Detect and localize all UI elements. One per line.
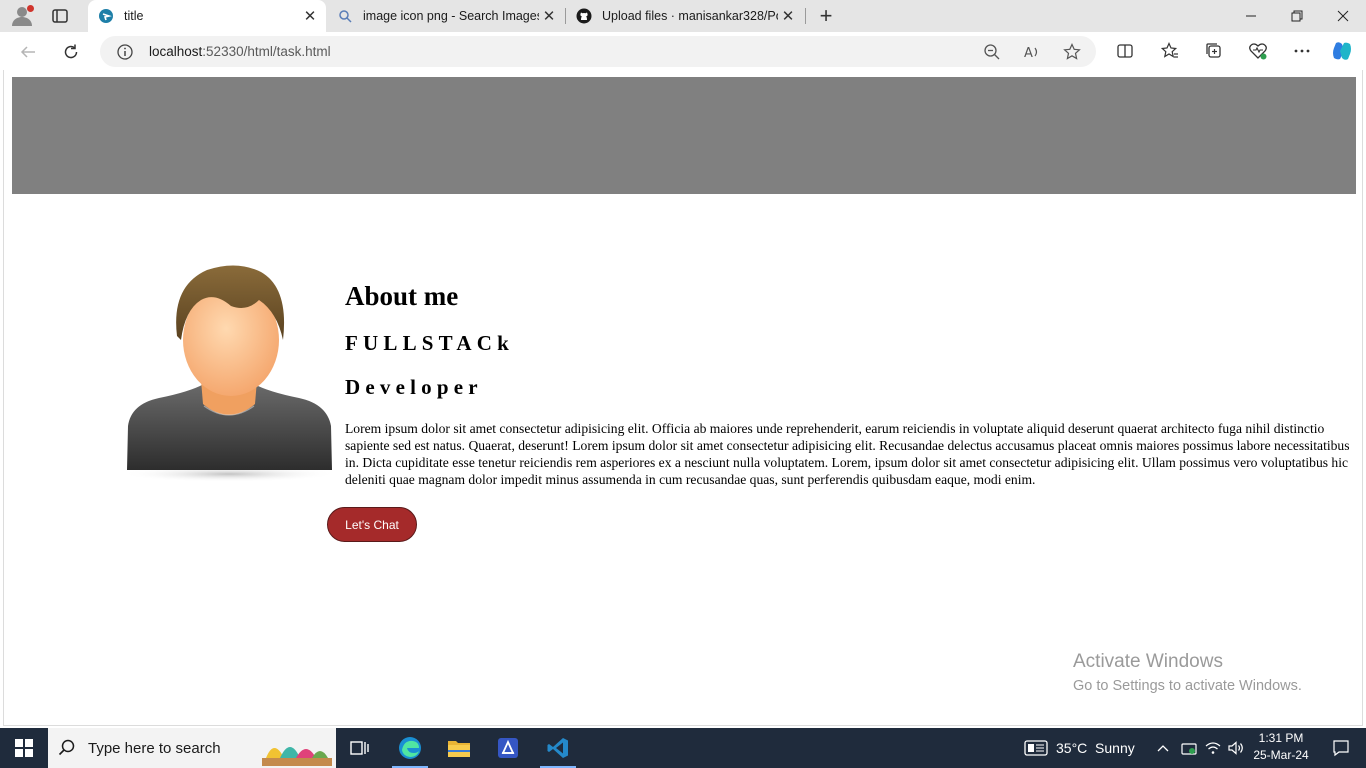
- favorites-icon[interactable]: [1158, 39, 1182, 63]
- activate-windows-watermark: Activate Windows Go to Settings to activ…: [1073, 651, 1302, 694]
- role-developer: Developer: [345, 375, 483, 399]
- close-tab-icon[interactable]: ✕: [539, 6, 559, 26]
- url-text: localhost:52330/html/task.html: [149, 44, 331, 59]
- clock-date: 25-Mar-24: [1253, 748, 1309, 762]
- tab-label: title: [124, 9, 144, 23]
- close-tab-icon[interactable]: ✕: [778, 6, 798, 26]
- taskbar-search-box[interactable]: Type here to search: [48, 728, 336, 768]
- refresh-icon[interactable]: [58, 39, 84, 65]
- minimize-icon[interactable]: [1228, 0, 1274, 32]
- app-icon[interactable]: [484, 728, 532, 768]
- more-options-icon[interactable]: [1290, 39, 1314, 63]
- tab-image-search[interactable]: image icon png - Search Images ✕: [327, 0, 565, 32]
- edge-taskbar-icon[interactable]: [386, 728, 434, 768]
- restore-icon[interactable]: [1274, 0, 1320, 32]
- bio-paragraph: Lorem ipsum dolor sit amet consectetur a…: [345, 421, 1350, 487]
- notifications-icon[interactable]: [1318, 728, 1364, 768]
- github-icon: [576, 8, 592, 24]
- split-screen-icon[interactable]: [1113, 39, 1137, 63]
- tab-label: Upload files · manisankar328/Por: [602, 9, 778, 23]
- task-view-icon[interactable]: [336, 728, 384, 768]
- new-tab-icon[interactable]: +: [814, 3, 838, 28]
- browser-essentials-icon[interactable]: [1246, 39, 1270, 63]
- weather-text: 35°C Sunny: [1056, 740, 1135, 756]
- about-heading: About me: [345, 281, 459, 311]
- file-explorer-icon[interactable]: [435, 728, 483, 768]
- collections-icon[interactable]: [1202, 39, 1226, 63]
- search-placeholder: Type here to search: [88, 739, 221, 757]
- address-bar[interactable]: localhost:52330/html/task.html A: [100, 36, 1096, 67]
- back-arrow-icon[interactable]: [15, 39, 41, 65]
- role-fullstack: FULLSTACk: [345, 331, 514, 355]
- tab-label: image icon png - Search Images: [363, 9, 539, 23]
- close-window-icon[interactable]: [1320, 0, 1366, 32]
- windows-taskbar: Type here to search 35°C Sunny 1:31 PM 2…: [0, 728, 1366, 768]
- favorite-star-icon[interactable]: [1062, 42, 1082, 62]
- weather-icon: [1024, 739, 1048, 757]
- page-viewport: About me FULLSTACk Developer Lorem ipsum…: [3, 70, 1363, 726]
- browser-toolbar: localhost:52330/html/task.html A: [0, 32, 1366, 70]
- site-info-icon[interactable]: [116, 43, 134, 61]
- security-icon[interactable]: [1178, 728, 1200, 768]
- tab-github-upload[interactable]: Upload files · manisankar328/Por ✕: [566, 0, 804, 32]
- read-aloud-icon[interactable]: A: [1022, 42, 1042, 62]
- edge-favicon-icon: [98, 8, 114, 24]
- clock-time: 1:31 PM: [1258, 731, 1304, 745]
- vscode-icon[interactable]: [534, 728, 582, 768]
- tab-actions-icon[interactable]: [48, 4, 72, 28]
- search-icon: [337, 8, 353, 24]
- user-avatar-image: [119, 256, 339, 482]
- profile-avatar-icon[interactable]: [8, 4, 36, 28]
- watermark-title: Activate Windows: [1073, 651, 1223, 672]
- volume-icon[interactable]: [1225, 728, 1247, 768]
- watermark-subtitle: Go to Settings to activate Windows.: [1073, 678, 1302, 694]
- lets-chat-button[interactable]: Let's Chat: [327, 507, 417, 542]
- weather-widget[interactable]: 35°C Sunny: [1024, 728, 1135, 768]
- search-icon: [58, 739, 76, 757]
- windows-start-icon[interactable]: [0, 728, 48, 768]
- zoom-out-icon[interactable]: [982, 42, 1002, 62]
- copilot-icon[interactable]: [1330, 39, 1354, 63]
- network-icon[interactable]: [1202, 728, 1224, 768]
- page-header-band: [12, 77, 1356, 194]
- system-clock[interactable]: 1:31 PM 25-Mar-24: [1250, 730, 1312, 764]
- tab-title[interactable]: title ✕: [88, 0, 326, 32]
- svg-text:A: A: [1024, 46, 1033, 61]
- chevron-up-icon[interactable]: [1152, 728, 1174, 768]
- close-tab-icon[interactable]: ✕: [300, 6, 320, 26]
- holi-colors-icon: [260, 732, 334, 766]
- browser-tab-strip: title ✕ image icon png - Search Images ✕…: [0, 0, 1366, 32]
